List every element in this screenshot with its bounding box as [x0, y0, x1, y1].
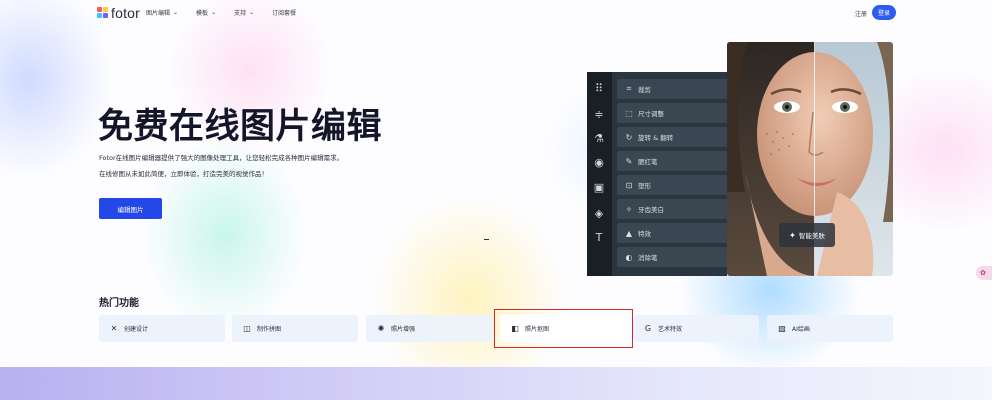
eraser-icon: ◐ — [625, 252, 633, 262]
tool-blush: ✎ 腮红笔 — [617, 151, 727, 171]
tool-label: 特效 — [638, 230, 651, 238]
card-label: 创建设计 — [124, 326, 149, 333]
nav-item-support[interactable]: 支持 ⌄ — [234, 8, 254, 17]
nav-label: 订阅套餐 — [272, 10, 297, 17]
feature-card-enhance[interactable]: ✺ 照片增强 — [366, 315, 492, 342]
logo-mark-icon — [97, 7, 109, 19]
tool-label: 旋转 & 翻转 — [638, 134, 674, 142]
design-icon: ✕ — [110, 324, 118, 333]
frame-icon: ▣ — [593, 181, 605, 194]
rotate-icon: ↻ — [625, 132, 633, 142]
badge-label: 智能美肤 — [798, 232, 825, 240]
card-label: 照片增强 — [391, 326, 416, 333]
feature-card-cutout[interactable]: ◧ 照片抠图 — [500, 315, 626, 342]
hero-title: 免费在线图片编辑 — [98, 107, 383, 147]
tool-eraser: ◐ 消除笔 — [617, 247, 727, 267]
login-button[interactable]: 登录 — [872, 5, 896, 20]
feature-card-art-effect[interactable]: G 艺术特效 — [633, 315, 759, 342]
cursor-marker — [484, 239, 489, 240]
nav-label: 支持 — [234, 10, 247, 17]
chevron-down-icon: ⌄ — [173, 9, 179, 16]
reshape-icon: ⊡ — [625, 180, 633, 190]
tool-resize: ⬚ 尺寸调整 — [617, 103, 727, 123]
edit-photo-button[interactable]: 编辑图片 — [99, 198, 162, 219]
eye-icon: ◉ — [594, 156, 604, 169]
effects-icon: ▲ — [625, 228, 633, 238]
editor-preview-panel: ⠿ ≑ ⚗ ◉ ▣ ◈ T ⌗ 裁剪 ⬚ 尺寸调整 ↻ 旋转 & 翻转 ✎ 腮红… — [587, 72, 727, 276]
nav-item-photo-edit[interactable]: 图片编辑 ⌄ — [146, 8, 178, 17]
magic-icon: ✦ — [789, 230, 796, 240]
nav-item-pricing[interactable]: 订阅套餐 — [272, 8, 296, 17]
tool-label: 尺寸调整 — [638, 110, 664, 118]
tool-crop: ⌗ 裁剪 — [617, 79, 727, 99]
card-label: 制作拼图 — [257, 326, 282, 333]
text-icon: T — [595, 231, 603, 244]
smart-skin-badge: ✦ 智能美肤 — [779, 223, 835, 247]
tool-effects: ▲ 特效 — [617, 223, 727, 243]
side-float-tab[interactable]: ✿ — [976, 266, 992, 280]
collage-icon: ◫ — [243, 324, 251, 333]
feature-card-collage[interactable]: ◫ 制作拼图 — [232, 315, 358, 342]
tool-teeth-whiten: ✧ 牙齿美白 — [617, 199, 727, 219]
art-effect-icon: G — [644, 324, 652, 333]
crop-icon: ⌗ — [626, 84, 632, 93]
tool-label: 消除笔 — [638, 254, 658, 262]
shapes-icon: ◈ — [594, 207, 604, 220]
enhance-icon: ✺ — [377, 324, 385, 333]
tool-label: 塑形 — [638, 182, 651, 190]
main-nav: 图片编辑 ⌄ 模板 ⌄ 支持 ⌄ 订阅套餐 — [146, 8, 314, 17]
gift-icon: ✿ — [980, 269, 986, 277]
hero-description-line-2: 在线修图从未如此简便，立即体验，打造完美的视觉作品！ — [99, 170, 268, 178]
top-header: fotor 图片编辑 ⌄ 模板 ⌄ 支持 ⌄ 订阅套餐 注册 登录 — [0, 0, 992, 26]
logo-text: fotor — [111, 5, 141, 21]
ai-paint-icon: ▨ — [778, 324, 786, 333]
tool-label: 裁剪 — [638, 86, 651, 94]
chevron-down-icon: ⌄ — [249, 9, 255, 16]
card-label: AI绘画 — [792, 326, 810, 333]
card-label: 照片抠图 — [525, 326, 550, 333]
grid-icon: ⠿ — [594, 82, 604, 95]
tool-reshape: ⊡ 塑形 — [617, 175, 727, 195]
feature-card-ai-paint[interactable]: ▨ AI绘画 — [767, 315, 893, 342]
register-link[interactable]: 注册 — [855, 9, 867, 18]
cutout-icon: ◧ — [511, 324, 519, 333]
sliders-icon: ≑ — [594, 108, 604, 121]
feature-card-create-design[interactable]: ✕ 创建设计 — [99, 315, 225, 342]
flask-icon: ⚗ — [594, 132, 604, 145]
hero-description-line-1: Fotor在线图片编辑器提供了强大的图像处理工具，让您轻松完成各种图片编辑需求。 — [99, 154, 344, 162]
tool-label: 牙齿美白 — [638, 206, 664, 214]
tool-rotate-flip: ↻ 旋转 & 翻转 — [617, 127, 727, 147]
tooth-icon: ✧ — [625, 204, 633, 214]
resize-icon: ⬚ — [625, 108, 633, 118]
nav-label: 模板 — [196, 10, 209, 17]
blush-icon: ✎ — [625, 156, 633, 166]
bottom-gradient-band — [0, 367, 992, 400]
nav-label: 图片编辑 — [146, 10, 171, 17]
chevron-down-icon: ⌄ — [211, 9, 217, 16]
tool-label: 腮红笔 — [638, 158, 658, 166]
editor-icon-rail: ⠿ ≑ ⚗ ◉ ▣ ◈ T — [587, 72, 612, 276]
nav-item-templates[interactable]: 模板 ⌄ — [196, 8, 216, 17]
hot-features-title: 热门功能 — [99, 298, 139, 309]
fotor-logo[interactable]: fotor — [97, 5, 140, 21]
card-label: 艺术特效 — [658, 326, 683, 333]
